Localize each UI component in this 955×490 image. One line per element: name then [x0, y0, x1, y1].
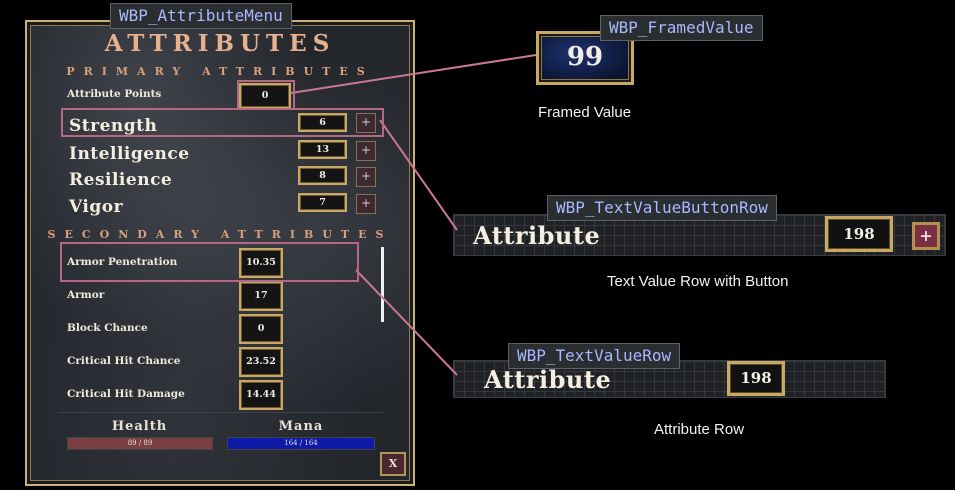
wbp-framed-value-tag: WBP_FramedValue	[600, 15, 763, 41]
attribute-points-highlight	[237, 80, 295, 110]
wbp-attribute-menu-tag: WBP_AttributeMenu	[110, 3, 292, 29]
wbp-text-value-button-row-tag: WBP_TextValueButtonRow	[547, 195, 777, 221]
armor-penetration-row-highlight	[60, 242, 359, 282]
wbp-text-value-row-tag: WBP_TextValueRow	[508, 343, 681, 369]
strength-row-highlight	[61, 108, 384, 137]
